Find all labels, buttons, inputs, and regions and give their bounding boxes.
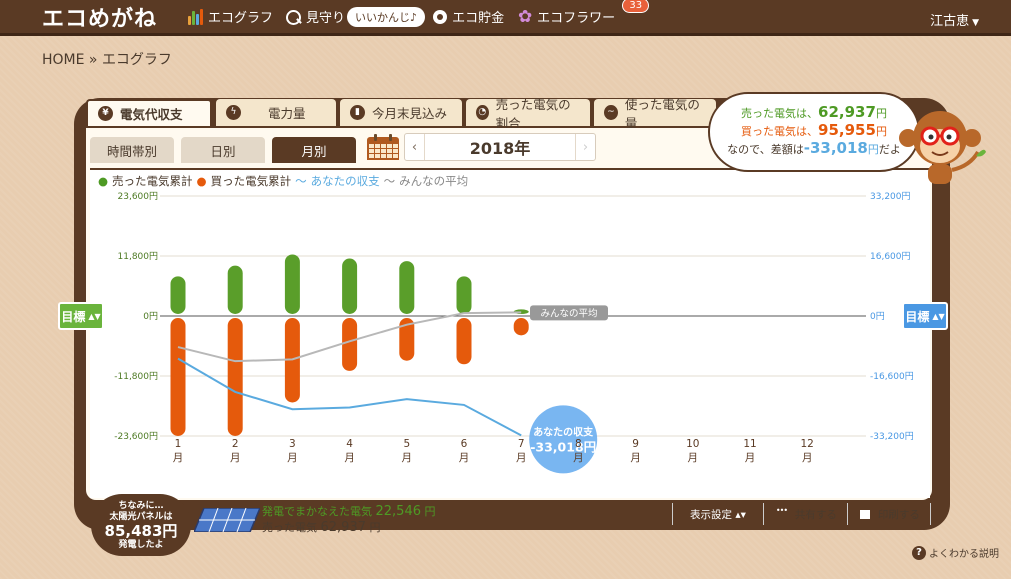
bought-bar — [513, 318, 529, 336]
month-unit-label: 月 — [287, 452, 298, 464]
average-tag-label: みんなの平均 — [540, 307, 597, 319]
month-number-label: 10 — [686, 438, 699, 450]
month-number-label: 12 — [801, 438, 814, 450]
summary-balloon: 売った電気は、62,937円 買った電気は、95,955円 なので、差額は-33… — [708, 92, 920, 172]
sold-label: 売った電気は、 — [741, 107, 819, 120]
right-tick-label: -16,600円 — [870, 371, 914, 382]
target-label: 目標 — [61, 309, 86, 324]
bought-bar — [227, 318, 243, 436]
net-value: -33,018 — [803, 139, 868, 157]
month-number-label: 1 — [175, 438, 182, 450]
monthly-balance-chart: 23,600円 33,200円 11,800円 16,600円 0円 0円 -11,800円… — [114, 191, 914, 474]
month-unit-label: 月 — [459, 452, 470, 464]
target-left-select[interactable]: 目標 ▲▼ — [58, 302, 104, 330]
bought-bar — [170, 318, 186, 436]
bought-bar — [342, 318, 358, 371]
target-right-select[interactable]: 目標 ▲▼ — [902, 302, 948, 330]
sold-summary-label: 売った電気 — [262, 521, 317, 534]
bought-value: 95,955 — [818, 121, 876, 139]
bought-label: 買った電気は、 — [741, 125, 819, 138]
month-number-label: 2 — [232, 438, 239, 450]
month-unit-label: 月 — [173, 452, 184, 464]
month-number-label: 9 — [632, 438, 639, 450]
display-settings-button[interactable]: 表示設定 ▴▾ — [683, 503, 753, 525]
right-tick-label: 16,600円 — [870, 251, 911, 262]
updown-icon: ▲▼ — [932, 311, 945, 321]
month-number-label: 5 — [403, 438, 410, 450]
chart-toolbar: 表示設定 ▴▾ 共有する 印刷する — [672, 503, 941, 525]
month-unit-label: 月 — [688, 452, 699, 464]
left-tick-label: 11,800円 — [118, 251, 159, 262]
right-tick-label: 33,200円 — [870, 191, 911, 202]
month-unit-label: 月 — [402, 452, 413, 464]
sold-summary-unit: 円 — [369, 521, 381, 534]
help-link[interactable]: ? よくわかる説明 — [912, 545, 999, 560]
printer-icon — [857, 507, 872, 521]
month-unit-label: 月 — [630, 452, 641, 464]
sold-unit: 円 — [875, 107, 887, 120]
net-unit: 円 — [867, 143, 879, 156]
generation-unit: 円 — [424, 505, 436, 518]
generation-info: 発電でまかなえた電気 22,546 円 売った電気 62,937 円 — [262, 504, 436, 536]
month-unit-label: 月 — [573, 452, 584, 464]
balance-bubble-label: あなたの収支 — [533, 425, 594, 438]
print-button[interactable]: 印刷する — [857, 507, 920, 522]
generation-label: 発電でまかなえた電気 — [262, 505, 372, 518]
sold-summary-value: 62,937 — [320, 520, 367, 535]
solar-line3: 発電したよ — [118, 540, 164, 550]
net-prefix: なので、差額は — [727, 143, 804, 156]
right-tick-label: 0円 — [870, 311, 885, 322]
left-tick-label: 23,600円 — [118, 191, 159, 202]
month-unit-label: 月 — [230, 452, 241, 464]
sold-bar — [227, 265, 243, 314]
solar-generation-badge: ちなみに… 太陽光パネルは 85,483円 発電したよ — [91, 494, 191, 556]
left-tick-label: -11,800円 — [114, 371, 158, 382]
sold-bar — [456, 276, 472, 314]
month-unit-label: 月 — [344, 452, 355, 464]
sold-bar — [284, 254, 300, 314]
month-number-label: 6 — [461, 438, 468, 450]
left-tick-label: -23,600円 — [114, 431, 158, 442]
target-label: 目標 — [905, 309, 930, 324]
month-number-label: 7 — [518, 438, 525, 450]
generation-value: 22,546 — [375, 504, 422, 519]
sold-value: 62,937 — [818, 103, 876, 121]
solar-amount: 85,483円 — [104, 522, 178, 540]
sold-bar — [170, 276, 186, 314]
chat-bubble-icon — [773, 506, 790, 520]
sold-bar — [342, 258, 358, 314]
share-button[interactable]: 共有する — [773, 506, 837, 522]
updown-icon: ▲▼ — [88, 311, 101, 321]
month-unit-label: 月 — [802, 452, 813, 464]
month-unit-label: 月 — [516, 452, 527, 464]
solar-panel-icon — [194, 508, 260, 532]
sold-bar — [399, 261, 415, 314]
question-icon: ? — [912, 545, 926, 560]
month-number-label: 3 — [289, 438, 296, 450]
right-tick-label: -33,200円 — [870, 431, 914, 442]
monkey-mascot-icon — [899, 111, 986, 184]
bought-unit: 円 — [875, 125, 887, 138]
bought-bar — [456, 318, 472, 365]
month-number-label: 4 — [346, 438, 353, 450]
month-unit-label: 月 — [745, 452, 756, 464]
month-number-label: 11 — [743, 438, 756, 450]
balance-bubble-value: -33,018円 — [530, 439, 596, 454]
solar-line1: ちなみに… — [118, 501, 164, 511]
month-number-label: 8 — [575, 438, 582, 450]
left-tick-label: 0円 — [143, 311, 158, 322]
